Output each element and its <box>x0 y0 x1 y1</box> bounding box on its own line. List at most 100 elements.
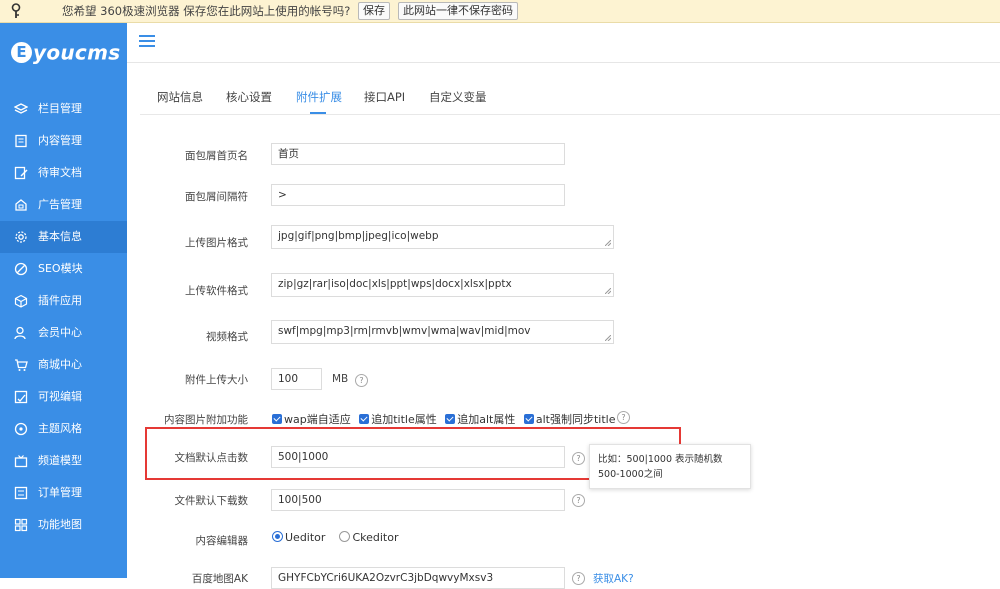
sidebar-item-label: SEO模块 <box>38 262 83 275</box>
sidebar-item-seo[interactable]: SEO模块 <box>0 253 127 285</box>
sidebar-item-shop[interactable]: 商城中心 <box>0 349 127 381</box>
key-icon <box>11 3 21 18</box>
radio-ckeditor[interactable]: Ckeditor <box>339 531 398 544</box>
sidebar-item-feature-map[interactable]: 功能地图 <box>0 509 127 541</box>
user-icon <box>14 326 26 340</box>
sidebar-item-members[interactable]: 会员中心 <box>0 317 127 349</box>
resize-grip-icon[interactable] <box>605 240 611 246</box>
tab-attachment-ext[interactable]: 附件扩展 <box>296 89 342 105</box>
upload-size-label: 附件上传大小 <box>185 374 248 386</box>
checkbox-append-alt[interactable]: 追加alt属性 <box>445 411 515 427</box>
sidebar-item-label: 频道模型 <box>38 454 82 467</box>
default-downloads-label: 文件默认下载数 <box>174 495 249 507</box>
breadcrumb-sep-input[interactable]: > <box>271 184 565 206</box>
sidebar-item-plugins[interactable]: 插件应用 <box>0 285 127 317</box>
seo-icon <box>14 262 28 276</box>
sidebar-item-label: 插件应用 <box>38 294 82 307</box>
help-icon[interactable]: ? <box>355 374 368 387</box>
sidebar-item-pending[interactable]: 待审文档 <box>0 157 127 189</box>
palette-icon <box>14 422 28 436</box>
header-divider <box>127 62 1000 63</box>
breadcrumb-home-input[interactable]: 首页 <box>271 143 565 165</box>
sidebar: Eyoucms 栏目管理 内容管理 待审文档 广告管理 基本信息 SEO模块 插… <box>0 23 127 578</box>
ad-icon <box>15 199 27 211</box>
logo-badge: E <box>11 42 32 63</box>
sidebar-item-orders[interactable]: 订单管理 <box>0 477 127 509</box>
video-types-textarea[interactable]: swf|mpg|mp3|rm|rmvb|wmv|wma|wav|mid|mov <box>271 320 614 344</box>
active-tab-indicator <box>310 112 326 114</box>
sidebar-item-label: 可视编辑 <box>38 390 82 403</box>
tab-core-settings[interactable]: 核心设置 <box>226 89 272 105</box>
checkbox-label: 追加title属性 <box>371 413 437 426</box>
sidebar-item-ads[interactable]: 广告管理 <box>0 189 127 221</box>
logo[interactable]: Eyoucms <box>11 39 120 65</box>
upload-size-unit: MB <box>332 373 349 385</box>
image-types-value: jpg|gif|png|bmp|jpeg|ico|webp <box>278 230 439 242</box>
document-icon <box>15 134 27 148</box>
radio-label: Ueditor <box>285 531 326 544</box>
tab-custom-vars[interactable]: 自定义变量 <box>429 89 487 105</box>
help-icon[interactable]: ? <box>617 411 630 424</box>
get-ak-link[interactable]: 获取AK? <box>593 571 634 586</box>
editor-label: 内容编辑器 <box>195 535 249 547</box>
never-save-button[interactable]: 此网站一律不保存密码 <box>398 2 518 20</box>
checkbox-checked-icon <box>523 414 534 424</box>
tabs-divider <box>140 114 1000 115</box>
radio-label: Ckeditor <box>352 531 399 544</box>
checkbox-alt-sync-title[interactable]: alt强制同步title <box>523 411 616 427</box>
video-types-label: 视频格式 <box>206 331 248 343</box>
sidebar-menu: 栏目管理 内容管理 待审文档 广告管理 基本信息 SEO模块 插件应用 会员中心… <box>0 93 127 541</box>
tab-site-info[interactable]: 网站信息 <box>157 89 203 105</box>
baidu-map-label: 百度地图AK <box>191 573 248 585</box>
image-types-textarea[interactable]: jpg|gif|png|bmp|jpeg|ico|webp <box>271 225 614 249</box>
checkbox-checked-icon <box>445 414 456 424</box>
sidebar-item-label: 功能地图 <box>38 518 82 531</box>
radio-selected-icon <box>272 531 283 542</box>
visual-edit-icon <box>14 390 28 404</box>
upload-size-input[interactable]: 100 <box>271 368 322 390</box>
checkbox-label: alt强制同步title <box>535 413 616 426</box>
radio-ueditor[interactable]: Ueditor <box>272 531 325 544</box>
grid-icon <box>14 518 28 532</box>
sidebar-item-content[interactable]: 内容管理 <box>0 125 127 157</box>
gear-icon <box>15 231 27 243</box>
sidebar-item-theme[interactable]: 主题风格 <box>0 413 127 445</box>
software-types-textarea[interactable]: zip|gz|rar|iso|doc|xls|ppt|wps|docx|xlsx… <box>271 273 614 297</box>
sidebar-item-visual-edit[interactable]: 可视编辑 <box>0 381 127 413</box>
help-tooltip: 比如：500|1000 表示随机数500-1000之间 <box>589 444 751 489</box>
tab-api[interactable]: 接口API <box>364 89 405 105</box>
image-features-options: wap端自适应 追加title属性 追加alt属性 alt强制同步title <box>272 411 621 427</box>
sidebar-item-channel-model[interactable]: 频道模型 <box>0 445 127 477</box>
sidebar-item-basic-info[interactable]: 基本信息 <box>0 221 127 253</box>
sidebar-item-label: 主题风格 <box>38 422 82 435</box>
radio-unselected-icon <box>339 531 351 542</box>
cube-icon <box>14 294 28 308</box>
sidebar-item-label: 栏目管理 <box>38 102 82 115</box>
sidebar-item-label: 会员中心 <box>38 326 82 339</box>
default-downloads-input[interactable]: 100|500 <box>271 489 565 511</box>
checkbox-label: wap端自适应 <box>284 413 351 426</box>
editor-options: Ueditor Ckeditor <box>272 531 398 544</box>
resize-grip-icon[interactable] <box>605 288 611 294</box>
menu-toggle-icon[interactable] <box>139 35 155 47</box>
baidu-map-ak-input[interactable]: GHYFCbYCri6UKA2OzvrC3jbDqwvyMxsv3 <box>271 567 565 589</box>
checkbox-append-title[interactable]: 追加title属性 <box>359 411 437 427</box>
save-password-button[interactable]: 保存 <box>358 2 390 20</box>
sidebar-item-columns[interactable]: 栏目管理 <box>0 93 127 125</box>
help-icon[interactable]: ? <box>572 572 585 585</box>
resize-grip-icon[interactable] <box>605 335 611 341</box>
checkbox-checked-icon <box>272 414 282 424</box>
help-icon[interactable]: ? <box>572 494 585 507</box>
image-features-label: 内容图片附加功能 <box>164 414 248 426</box>
edit-doc-icon <box>14 166 28 180</box>
sidebar-item-label: 待审文档 <box>38 166 82 179</box>
sidebar-item-label: 商城中心 <box>38 358 82 371</box>
sidebar-item-label: 订单管理 <box>38 486 82 499</box>
checkbox-label: 追加alt属性 <box>457 413 516 426</box>
software-types-label: 上传软件格式 <box>185 285 248 297</box>
checkbox-wap-adaptive[interactable]: wap端自适应 <box>272 411 351 427</box>
checkbox-checked-icon <box>359 414 370 424</box>
list-icon <box>14 486 28 500</box>
software-types-value: zip|gz|rar|iso|doc|xls|ppt|wps|docx|xlsx… <box>278 278 512 290</box>
image-types-label: 上传图片格式 <box>185 237 248 249</box>
